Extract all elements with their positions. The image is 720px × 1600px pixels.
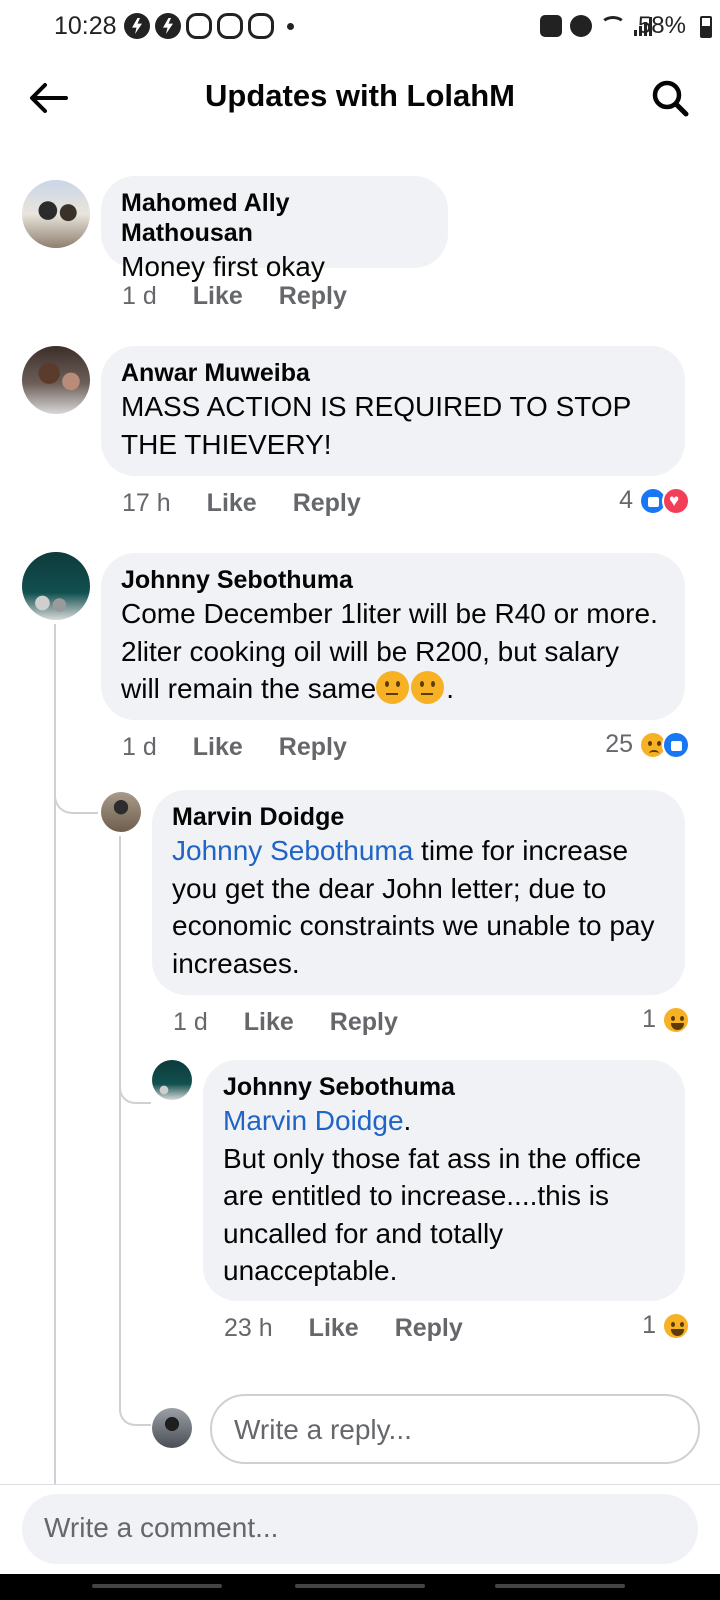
reply-author[interactable]: Marvin Doidge [172, 802, 665, 832]
notification-bolt-icon [155, 13, 181, 39]
notification-recycle-icon [217, 13, 243, 39]
reply-text-body: But only those fat ass in the office are… [223, 1142, 642, 1287]
search-icon [652, 80, 689, 117]
thinking-face-emoji-icon [376, 671, 410, 704]
status-bar: 10:28 58% [0, 0, 720, 56]
reply-bubble[interactable]: Marvin Doidge Johnny Sebothuma time for … [152, 790, 685, 995]
thread-line [119, 836, 121, 1406]
comment-author[interactable]: Johnny Sebothuma [121, 565, 665, 595]
like-button[interactable]: Like [193, 282, 243, 311]
thread-connector [119, 1060, 151, 1104]
thread-connector [119, 1380, 151, 1426]
notification-icons [124, 12, 294, 40]
comment-author[interactable]: Mahomed Ally Mathousan [121, 188, 428, 248]
like-button[interactable]: Like [207, 489, 257, 518]
notification-recycle-icon [248, 13, 274, 39]
love-reaction-icon [662, 486, 690, 515]
comment-input[interactable]: Write a comment... [22, 1494, 698, 1564]
like-reaction-icon [662, 730, 690, 759]
avatar[interactable] [152, 1060, 192, 1100]
reply-button[interactable]: Reply [330, 1008, 398, 1037]
reaction-summary[interactable]: 25 [605, 730, 690, 759]
reaction-summary[interactable]: 1 [642, 1005, 690, 1034]
home-nav-button[interactable] [295, 1584, 425, 1588]
more-notifications-dot-icon [287, 22, 294, 30]
comment-actions: 1 d Like Reply [122, 282, 383, 311]
reaction-count: 4 [619, 486, 633, 514]
current-user-avatar [152, 1408, 192, 1448]
haha-reaction-icon [662, 1311, 690, 1340]
recents-nav-button[interactable] [92, 1584, 222, 1588]
comment-text: Money first okay [121, 251, 325, 282]
reply-author[interactable]: Johnny Sebothuma [223, 1072, 665, 1102]
divider [0, 1484, 720, 1485]
status-time: 10:28 [54, 12, 117, 40]
like-button[interactable]: Like [244, 1008, 294, 1037]
reaction-count: 1 [642, 1311, 656, 1339]
mention-link[interactable]: Johnny Sebothuma [172, 835, 413, 866]
search-button[interactable] [646, 74, 694, 122]
reaction-count: 1 [642, 1005, 656, 1033]
comment-time[interactable]: 1 d [122, 282, 157, 311]
reply-button[interactable]: Reply [395, 1314, 463, 1343]
system-icons [540, 12, 652, 40]
reaction-count: 25 [605, 730, 633, 758]
mention-link[interactable]: Marvin Doidge [223, 1105, 404, 1136]
comment-actions: 17 h Like Reply [122, 489, 397, 518]
comment-bubble[interactable]: Anwar Muweiba MASS ACTION IS REQUIRED TO… [101, 346, 685, 476]
header: Updates with LolahM [0, 56, 720, 140]
navigation-bar [0, 1574, 720, 1600]
reaction-summary[interactable]: 1 [642, 1311, 690, 1340]
alarm-icon [570, 15, 592, 37]
page-title: Updates with LolahM [205, 78, 515, 113]
reply-text: Johnny Sebothuma time for increase you g… [172, 832, 665, 982]
haha-reaction-icon [662, 1005, 690, 1034]
reply-button[interactable]: Reply [279, 282, 347, 311]
avatar[interactable] [22, 346, 90, 414]
notification-recycle-icon [186, 13, 212, 39]
notification-bolt-icon [124, 13, 150, 39]
reply-bubble[interactable]: Johnny Sebothuma Marvin Doidge. But only … [203, 1060, 685, 1301]
reply-time[interactable]: 23 h [224, 1314, 273, 1343]
avatar[interactable] [22, 552, 90, 620]
reply-actions: 23 h Like Reply [224, 1314, 499, 1343]
comment-bubble[interactable]: Johnny Sebothuma Come December 1liter wi… [101, 553, 685, 720]
comment-time[interactable]: 1 d [122, 733, 157, 762]
back-nav-button[interactable] [495, 1584, 625, 1588]
battery-percent: 58% [637, 12, 686, 39]
reply-text: Marvin Doidge. But only those fat ass in … [223, 1102, 665, 1290]
avatar[interactable] [22, 180, 90, 248]
mention-suffix: . [403, 1105, 412, 1136]
battery-icon [700, 16, 712, 38]
reaction-summary[interactable]: 4 [619, 486, 690, 515]
reply-time[interactable]: 1 d [173, 1008, 208, 1037]
thread-connector [54, 774, 98, 814]
comment-author[interactable]: Anwar Muweiba [121, 358, 665, 388]
lock-icon [540, 15, 562, 37]
reply-button[interactable]: Reply [293, 489, 361, 518]
comment-bubble[interactable]: Mahomed Ally Mathousan Money first okay [101, 176, 448, 282]
like-button[interactable]: Like [193, 733, 243, 762]
comment-text: MASS ACTION IS REQUIRED TO STOP THE THIE… [121, 391, 631, 460]
reply-input[interactable]: Write a reply... [210, 1394, 700, 1464]
thread-line [54, 624, 56, 1484]
comment-text-end: . [446, 673, 454, 704]
reply-button[interactable]: Reply [279, 733, 347, 762]
comment-text: Come December 1liter will be R40 or more… [121, 595, 665, 708]
wifi-icon [600, 16, 626, 36]
reply-actions: 1 d Like Reply [173, 1008, 434, 1037]
avatar[interactable] [101, 792, 141, 832]
like-button[interactable]: Like [309, 1314, 359, 1343]
rolling-eyes-emoji-icon [411, 671, 445, 704]
comment-actions: 1 d Like Reply [122, 733, 383, 762]
comment-time[interactable]: 17 h [122, 489, 171, 518]
